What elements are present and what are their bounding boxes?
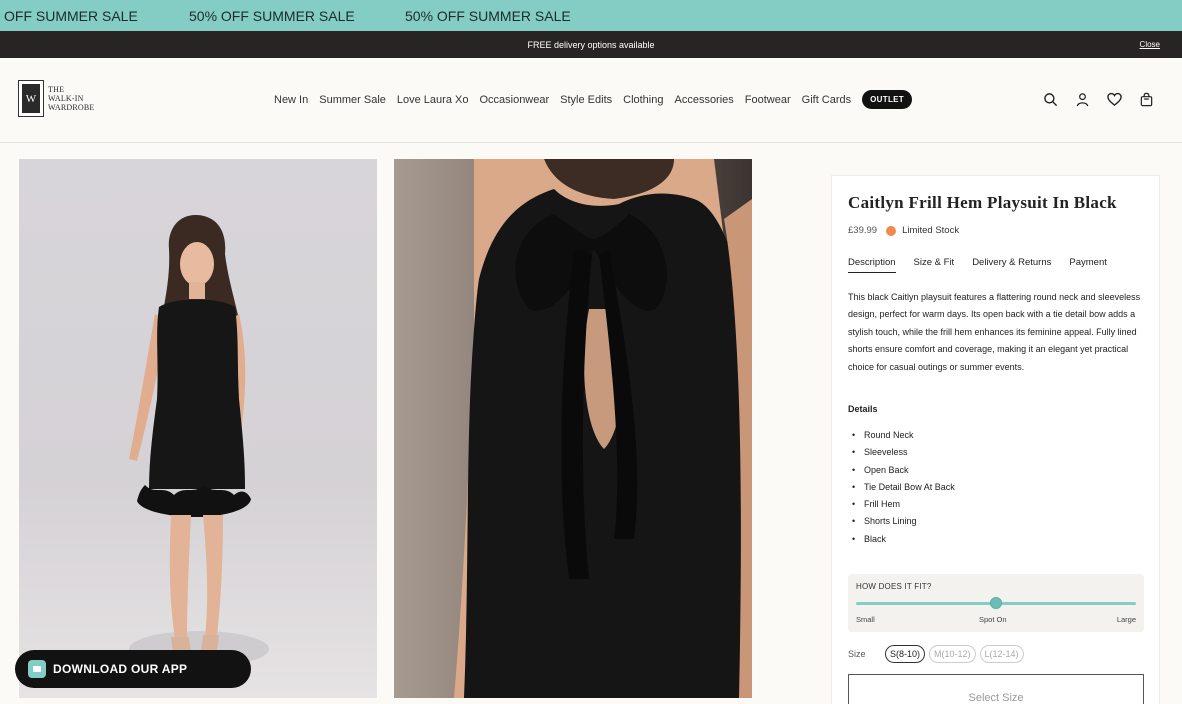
ticker-item: OFF SUMMER SALE bbox=[4, 8, 138, 24]
fit-label-spot-on: Spot On bbox=[979, 615, 1007, 624]
app-icon bbox=[28, 660, 46, 678]
tab-size-fit[interactable]: Size & Fit bbox=[914, 257, 955, 273]
nav-love-laura-xo[interactable]: Love Laura Xo bbox=[397, 94, 469, 106]
nav-summer-sale[interactable]: Summer Sale bbox=[319, 94, 386, 106]
account-icon[interactable] bbox=[1075, 92, 1090, 107]
promo-ticker: OFF SUMMER SALE 50% OFF SUMMER SALE 50% … bbox=[0, 0, 1182, 31]
download-app-button[interactable]: DOWNLOAD OUR APP bbox=[15, 650, 251, 688]
tab-delivery-returns[interactable]: Delivery & Returns bbox=[972, 257, 1051, 273]
announcement-text: FREE delivery options available bbox=[527, 39, 655, 50]
nav-outlet-button[interactable]: OUTLET bbox=[862, 90, 912, 109]
header-icons bbox=[1043, 92, 1154, 107]
nav-footwear[interactable]: Footwear bbox=[745, 94, 791, 106]
details-item: Black bbox=[848, 531, 955, 549]
product-image-back[interactable] bbox=[394, 159, 752, 698]
logo-text: THE WALK-IN WARDROBE bbox=[48, 85, 95, 112]
price-row: £39.99 Limited Stock bbox=[848, 225, 959, 236]
announcement-bar: FREE delivery options available Close bbox=[0, 31, 1182, 58]
details-item: Shorts Lining bbox=[848, 513, 955, 531]
size-selector: Size S(8-10) M(10-12) L(12-14) bbox=[848, 645, 1024, 663]
site-logo[interactable]: W THE WALK-IN WARDROBE bbox=[18, 80, 95, 117]
wishlist-heart-icon[interactable] bbox=[1107, 92, 1122, 107]
product-tabs: Description Size & Fit Delivery & Return… bbox=[848, 257, 1107, 273]
ticker-item: 50% OFF SUMMER SALE bbox=[405, 8, 571, 24]
product-price: £39.99 bbox=[848, 225, 878, 236]
details-item: Round Neck bbox=[848, 427, 955, 445]
details-heading: Details bbox=[848, 404, 878, 414]
nav-occasionwear[interactable]: Occasionwear bbox=[479, 94, 549, 106]
nav-clothing[interactable]: Clothing bbox=[623, 94, 663, 106]
model-front-illustration bbox=[129, 214, 269, 667]
size-option-s[interactable]: S(8-10) bbox=[885, 645, 926, 663]
details-item: Tie Detail Bow At Back bbox=[848, 479, 955, 497]
nav-accessories[interactable]: Accessories bbox=[674, 94, 733, 106]
fit-heading: HOW DOES IT FIT? bbox=[856, 582, 932, 591]
fit-label-small: Small bbox=[856, 615, 875, 624]
fit-scale-marker bbox=[990, 597, 1002, 609]
search-icon[interactable] bbox=[1043, 92, 1058, 107]
stock-indicator-dot bbox=[886, 225, 897, 236]
product-description: This black Caitlyn playsuit features a f… bbox=[848, 292, 1141, 372]
site-header: W THE WALK-IN WARDROBE New In Summer Sal… bbox=[0, 58, 1182, 143]
logo-mark: W bbox=[18, 80, 44, 117]
nav-gift-cards[interactable]: Gift Cards bbox=[802, 94, 852, 106]
download-app-label: DOWNLOAD OUR APP bbox=[53, 662, 188, 676]
size-label: Size bbox=[848, 649, 866, 659]
product-image-front[interactable] bbox=[19, 159, 377, 698]
details-list: Round Neck Sleeveless Open Back Tie Deta… bbox=[848, 427, 955, 548]
ticker-item: 50% OFF SUMMER SALE bbox=[189, 8, 355, 24]
details-item: Frill Hem bbox=[848, 496, 955, 514]
nav-new-in[interactable]: New In bbox=[274, 94, 308, 106]
close-announcement-link[interactable]: Close bbox=[1140, 40, 1160, 49]
details-item: Open Back bbox=[848, 462, 955, 480]
product-info-panel: Caitlyn Frill Hem Playsuit In Black £39.… bbox=[831, 175, 1160, 704]
model-back-illustration bbox=[454, 159, 752, 698]
size-option-m[interactable]: M(10-12) bbox=[929, 645, 976, 663]
nav-style-edits[interactable]: Style Edits bbox=[560, 94, 612, 106]
main-nav: New In Summer Sale Love Laura Xo Occasio… bbox=[274, 90, 912, 109]
details-item: Sleeveless bbox=[848, 444, 955, 462]
tab-description[interactable]: Description bbox=[848, 257, 896, 273]
tab-payment[interactable]: Payment bbox=[1069, 257, 1107, 273]
size-option-l[interactable]: L(12-14) bbox=[979, 645, 1024, 663]
product-title: Caitlyn Frill Hem Playsuit In Black bbox=[848, 193, 1117, 212]
fit-guide: HOW DOES IT FIT? Small Spot On Large bbox=[848, 574, 1144, 632]
stock-status: Limited Stock bbox=[902, 225, 960, 236]
select-size-button[interactable]: Select Size bbox=[848, 674, 1144, 704]
fit-label-large: Large bbox=[1116, 615, 1136, 624]
bag-icon[interactable] bbox=[1139, 92, 1154, 107]
